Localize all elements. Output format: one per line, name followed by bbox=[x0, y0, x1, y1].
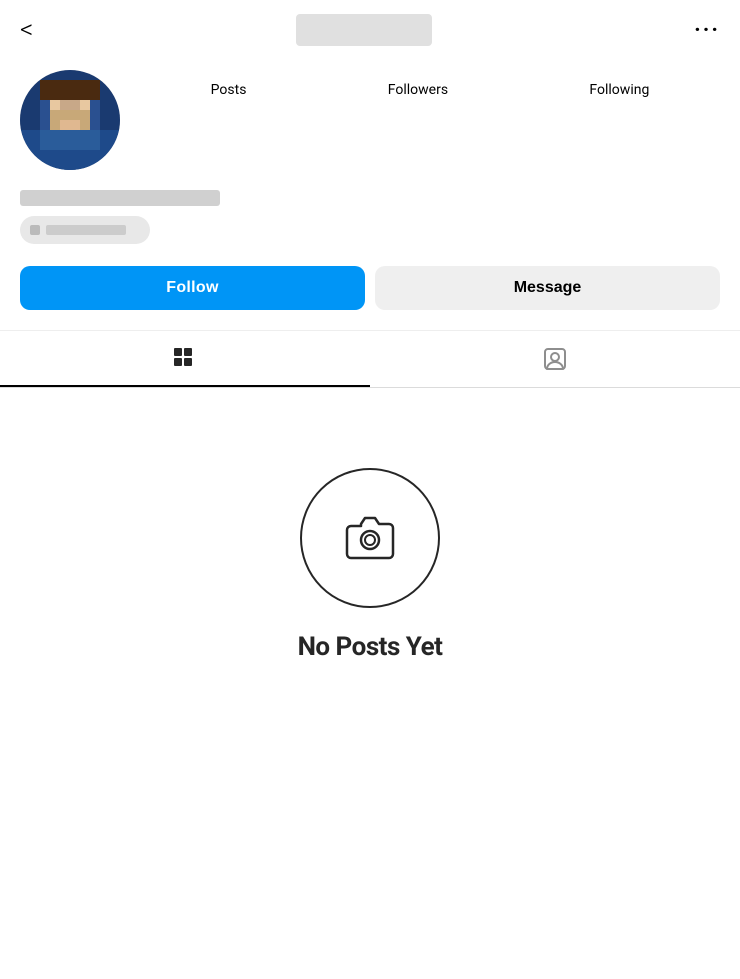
tagged-icon bbox=[541, 345, 569, 373]
follow-button[interactable]: Follow bbox=[20, 266, 365, 310]
bio-handle-dot bbox=[30, 225, 40, 235]
back-button[interactable]: < bbox=[20, 17, 33, 43]
avatar bbox=[20, 70, 120, 170]
followers-stat[interactable]: Followers bbox=[388, 80, 448, 98]
bio-section bbox=[0, 186, 740, 260]
bio-handle-blurred bbox=[20, 216, 150, 244]
more-button[interactable]: ··· bbox=[694, 18, 720, 43]
camera-icon bbox=[334, 502, 406, 574]
following-label: Following bbox=[589, 82, 649, 98]
following-stat[interactable]: Following bbox=[589, 80, 649, 98]
followers-label: Followers bbox=[388, 82, 448, 98]
header: < blurred ··· bbox=[0, 0, 740, 60]
profile-section: Posts Followers Following bbox=[0, 60, 740, 186]
tab-grid[interactable] bbox=[0, 331, 370, 387]
message-button[interactable]: Message bbox=[375, 266, 720, 310]
header-username: blurred bbox=[296, 14, 432, 46]
stats-section: Posts Followers Following bbox=[140, 70, 720, 98]
posts-stat[interactable]: Posts bbox=[211, 80, 247, 98]
avatar-wrapper bbox=[20, 70, 120, 170]
bio-name-blurred bbox=[20, 190, 220, 206]
grid-icon bbox=[171, 345, 199, 373]
empty-state: No Posts Yet bbox=[0, 388, 740, 702]
bio-handle-text bbox=[46, 225, 126, 235]
posts-label: Posts bbox=[211, 82, 247, 98]
tab-bar bbox=[0, 330, 740, 387]
camera-circle bbox=[300, 468, 440, 608]
no-posts-title: No Posts Yet bbox=[298, 632, 443, 662]
action-buttons: Follow Message bbox=[0, 260, 740, 330]
tab-tagged[interactable] bbox=[370, 331, 740, 387]
